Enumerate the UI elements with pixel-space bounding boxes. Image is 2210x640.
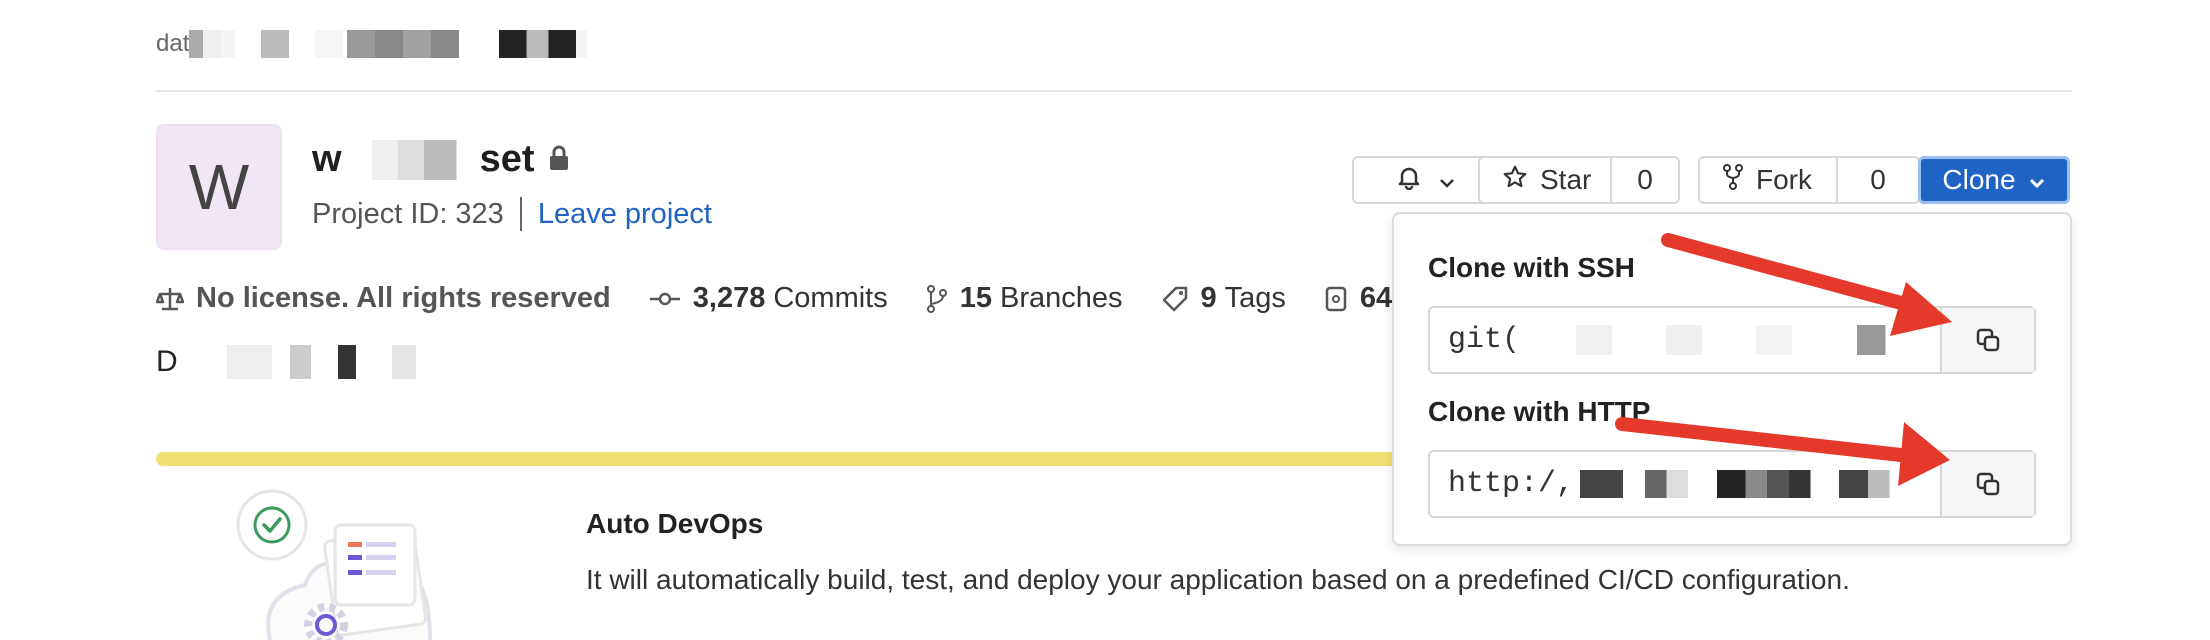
ssh-url-input[interactable]: git( — [1430, 308, 1940, 372]
lock-icon — [548, 138, 570, 181]
fork-icon — [1722, 163, 1744, 198]
redacted-block — [1580, 470, 1940, 498]
ssh-url-text: git( — [1448, 323, 1521, 357]
commit-icon — [649, 292, 680, 305]
scale-icon — [156, 287, 184, 310]
clone-ssh-label: Clone with SSH — [1428, 252, 1635, 283]
branches-count: 15 — [959, 282, 992, 314]
project-meta: Project ID: 323 Leave project — [312, 197, 712, 231]
commits-count: 3,278 — [692, 282, 766, 314]
tags-link[interactable]: 9 Tags — [1161, 282, 1286, 315]
fork-button[interactable]: Fork 0 — [1698, 156, 1920, 204]
breadcrumb-root[interactable]: dat — [156, 30, 189, 58]
redacted-block — [1540, 325, 1901, 355]
project-title[interactable]: w set — [312, 138, 570, 181]
project-stats: No license. All rights reserved 3,278 Co… — [156, 282, 1454, 315]
clone-http-label: Clone with HTTP — [1428, 396, 1651, 427]
clone-dropdown: Clone with SSH git( Clone with HTTP http… — [1392, 212, 2072, 546]
star-button[interactable]: Star 0 — [1478, 156, 1680, 204]
copy-http-button[interactable] — [1940, 452, 2034, 516]
http-url-input[interactable]: http:/, — [1430, 452, 1940, 516]
fork-count[interactable]: 0 — [1836, 158, 1918, 202]
description-text: D — [156, 345, 178, 378]
copy-icon — [1976, 328, 2000, 352]
star-icon — [1502, 164, 1528, 197]
redacted-block — [261, 30, 290, 58]
chevron-down-icon — [2028, 164, 2046, 196]
tags-label: Tags — [1224, 282, 1286, 314]
copy-ssh-button[interactable] — [1940, 308, 2034, 372]
clone-http-field[interactable]: http:/, — [1428, 450, 2036, 518]
redacted-block — [315, 30, 344, 58]
clone-button[interactable]: Clone — [1918, 156, 2070, 204]
project-description: D — [156, 345, 482, 379]
redacted-block — [221, 30, 236, 58]
http-url-text: http:/, — [1448, 467, 1575, 501]
redacted-block — [345, 139, 476, 180]
tag-icon — [1162, 286, 1187, 311]
clone-label: Clone — [1942, 164, 2016, 195]
license-text: No license. All rights reserved — [196, 282, 611, 314]
project-title-start: w — [312, 138, 342, 180]
project-id: Project ID: 323 — [312, 197, 504, 230]
redacted-block — [203, 30, 222, 58]
redacted-block — [189, 30, 204, 58]
devops-illustration — [236, 489, 432, 640]
redacted-block — [347, 30, 460, 58]
devops-description: It will automatically build, test, and d… — [586, 564, 1850, 595]
commits-label: Commits — [773, 282, 888, 314]
tags-count: 9 — [1200, 282, 1217, 314]
separator — [519, 197, 522, 231]
star-label: Star — [1540, 164, 1592, 195]
breadcrumb[interactable]: dat — [156, 28, 588, 60]
clone-ssh-field[interactable]: git( — [1428, 306, 2036, 374]
divider — [156, 90, 2072, 92]
branch-icon — [926, 284, 947, 313]
project-avatar[interactable]: W — [156, 124, 282, 250]
project-title-end: set — [479, 138, 535, 180]
redacted-block — [181, 345, 482, 379]
redacted-block — [477, 30, 588, 58]
license-info[interactable]: No license. All rights reserved — [156, 282, 611, 315]
branches-link[interactable]: 15 Branches — [926, 282, 1123, 315]
fork-label: Fork — [1756, 164, 1812, 195]
commits-link[interactable]: 3,278 Commits — [649, 282, 888, 315]
chevron-down-icon — [1438, 164, 1456, 196]
branches-label: Branches — [1000, 282, 1123, 314]
file-icon — [1325, 286, 1347, 311]
bell-icon — [1396, 164, 1422, 197]
leave-project-link[interactable]: Leave project — [538, 198, 712, 231]
star-count[interactable]: 0 — [1610, 158, 1678, 202]
copy-icon — [1976, 472, 2000, 496]
devops-title: Auto DevOps — [586, 508, 764, 539]
